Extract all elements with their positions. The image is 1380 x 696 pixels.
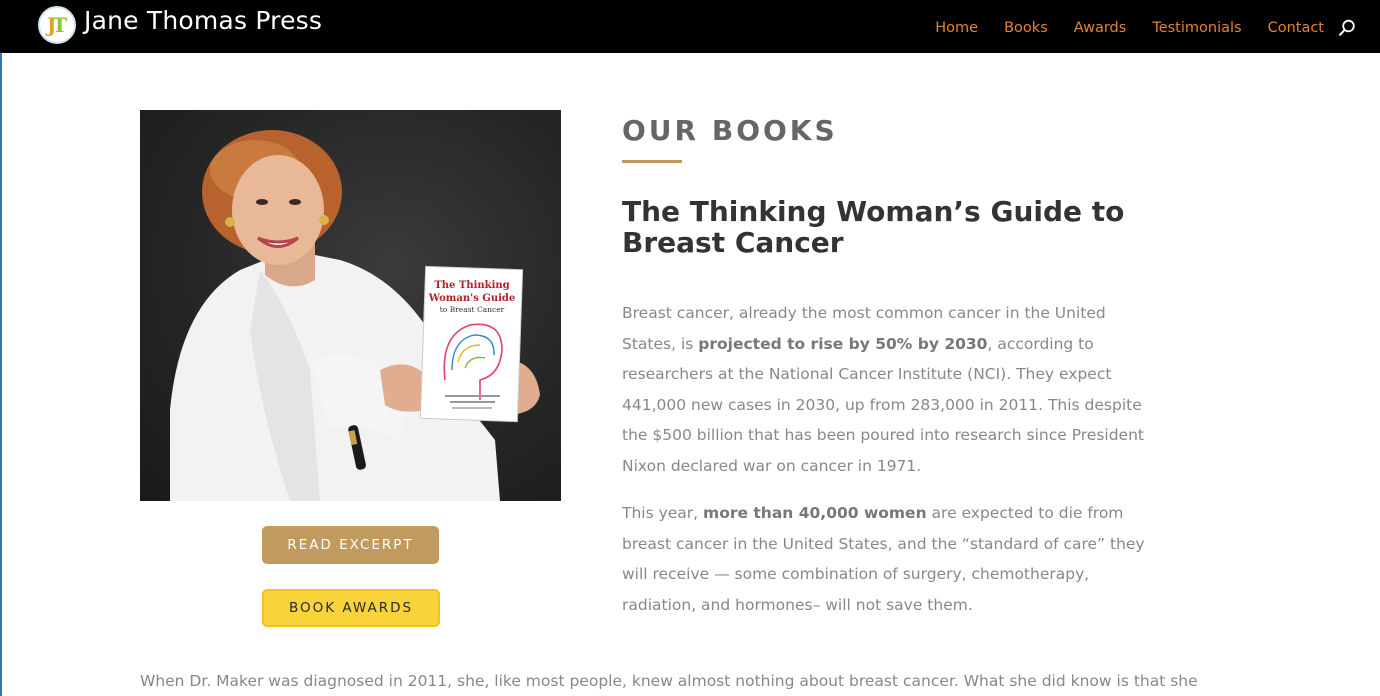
book-awards-button[interactable]: BOOK AWARDS: [262, 589, 440, 627]
nav-testimonials[interactable]: Testimonials: [1152, 18, 1241, 38]
nav-home[interactable]: Home: [935, 18, 978, 38]
nav-awards[interactable]: Awards: [1074, 18, 1127, 38]
nav-books[interactable]: Books: [1004, 18, 1048, 38]
bottom-paragraph: When Dr. Maker was diagnosed in 2011, sh…: [140, 672, 1198, 690]
nav-contact[interactable]: Contact: [1268, 18, 1324, 38]
book-title: The Thinking Woman’s Guide to Breast Can…: [622, 195, 1125, 259]
book-cover-image: The Thinking Woman's Guide to Breast Can…: [419, 265, 524, 423]
section-title: OUR BOOKS: [622, 114, 838, 147]
author-photo: The Thinking Woman's Guide to Breast Can…: [140, 110, 561, 501]
intro-paragraph: Breast cancer, already the most common c…: [622, 298, 1152, 482]
p2-bold: more than 40,000 women: [703, 504, 927, 522]
main-nav: Home Books Awards Testimonials Contact: [935, 18, 1380, 38]
site-title[interactable]: Jane Thomas Press: [84, 6, 322, 36]
logo-link[interactable]: JT Jane Thomas Press: [38, 6, 322, 44]
book-cover-title-1: The Thinking: [434, 280, 509, 291]
page-left-border: [0, 53, 2, 696]
p1-text-b: , according to researchers at the Nation…: [622, 334, 1144, 475]
logo-icon: JT: [38, 6, 76, 44]
p1-bold: projected to rise by 50% by 2030: [698, 334, 988, 353]
read-excerpt-button[interactable]: READ EXCERPT: [262, 526, 439, 564]
second-paragraph: This year, more than 40,000 women are ex…: [622, 498, 1152, 620]
search-icon[interactable]: [1338, 19, 1356, 37]
p2-text-a: This year,: [622, 504, 704, 522]
logo-letter-t: T: [52, 13, 68, 37]
book-cover-title-3: to Breast Cancer: [440, 305, 505, 314]
site-header: JT Jane Thomas Press Home Books Awards T…: [0, 0, 1380, 53]
title-divider: [622, 160, 682, 163]
book-cover-title-2: Woman's Guide: [428, 293, 516, 304]
